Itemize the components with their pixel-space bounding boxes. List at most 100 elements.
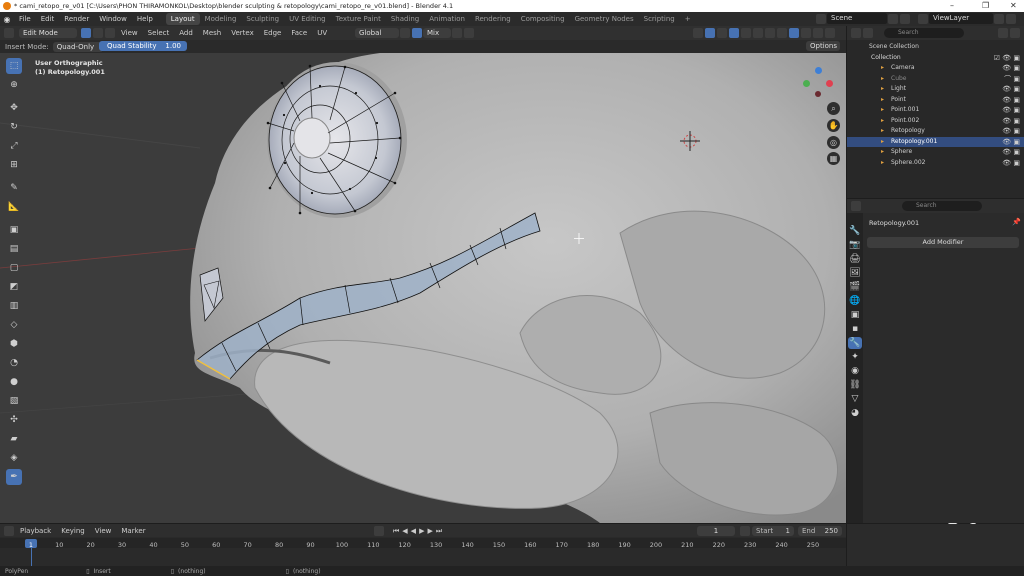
- move-tool-icon[interactable]: ✥: [6, 100, 22, 116]
- visibility-icon[interactable]: [693, 28, 703, 38]
- menu-file[interactable]: File: [14, 15, 36, 23]
- particles-tab-icon[interactable]: ✦: [848, 351, 862, 363]
- close-button[interactable]: ✕: [1010, 1, 1017, 10]
- vertex-select-icon[interactable]: [81, 28, 91, 38]
- gizmo-z-axis-icon[interactable]: [815, 67, 822, 74]
- menu-marker[interactable]: Marker: [116, 527, 150, 535]
- menu-face[interactable]: Face: [286, 29, 312, 37]
- world-tab-icon[interactable]: 🌐: [848, 295, 862, 307]
- visibility-icon[interactable]: 👁 ▣: [1002, 84, 1020, 95]
- overlay-dropdown-icon[interactable]: [741, 28, 751, 38]
- tab-shading[interactable]: Shading: [386, 13, 424, 25]
- snap-mode[interactable]: Mix: [423, 28, 451, 38]
- shading-dropdown-icon[interactable]: [825, 28, 835, 38]
- auto-keying-icon[interactable]: [374, 526, 384, 536]
- loop-cut-tool-icon[interactable]: ▥: [6, 298, 22, 314]
- rotate-tool-icon[interactable]: ↻: [6, 119, 22, 135]
- view-layer-tab-icon[interactable]: 🖼: [848, 267, 862, 279]
- outliner-editor-icon[interactable]: [851, 28, 861, 38]
- pivot-icon[interactable]: [400, 28, 410, 38]
- solid-shading-icon[interactable]: [789, 28, 799, 38]
- outliner-item-retopology[interactable]: ▸ Retopology 👁 ▣: [847, 126, 1024, 137]
- start-frame-field[interactable]: 1: [786, 527, 794, 535]
- tab-animation[interactable]: Animation: [424, 13, 470, 25]
- tab-scripting[interactable]: Scripting: [639, 13, 680, 25]
- shrink-fatten-tool-icon[interactable]: ✣: [6, 412, 22, 428]
- playback-controls[interactable]: ⏮◀◀▶▶⏭: [393, 527, 445, 536]
- viewlayer-selector[interactable]: ViewLayer: [929, 13, 993, 24]
- outliner-collection[interactable]: Collection ☑ 👁 ▣: [847, 53, 1024, 64]
- edge-slide-tool-icon[interactable]: ▧: [6, 393, 22, 409]
- outliner-scene-collection[interactable]: Scene Collection: [847, 42, 1024, 53]
- xray-icon[interactable]: [765, 28, 775, 38]
- face-select-icon[interactable]: [105, 28, 115, 38]
- mode-selector[interactable]: Edit Mode: [19, 28, 77, 38]
- zoom-icon[interactable]: ⌕: [827, 102, 840, 115]
- visibility-icon[interactable]: 👁 ▣: [1002, 63, 1020, 74]
- preview-range-icon[interactable]: [740, 526, 750, 536]
- viewport-canvas[interactable]: [0, 53, 846, 523]
- visibility-icon[interactable]: 👁 ▣: [1002, 105, 1020, 116]
- shear-tool-icon[interactable]: ▰: [6, 431, 22, 447]
- insert-mode-dropdown[interactable]: Quad-Only: [52, 41, 103, 52]
- outliner-item-point[interactable]: ▸ Point 👁 ▣: [847, 95, 1024, 106]
- new-scene-icon[interactable]: [888, 13, 898, 24]
- gizmo-x-axis-icon[interactable]: [826, 80, 833, 87]
- delete-scene-icon[interactable]: [900, 13, 910, 24]
- minimize-button[interactable]: –: [950, 1, 954, 10]
- falloff-icon[interactable]: [464, 28, 474, 38]
- edge-select-icon[interactable]: [93, 28, 103, 38]
- menu-timeline-view[interactable]: View: [90, 527, 117, 535]
- smooth-tool-icon[interactable]: ●: [6, 374, 22, 390]
- visibility-icon[interactable]: 👁 ▣: [1002, 126, 1020, 137]
- menu-uv[interactable]: UV: [312, 29, 332, 37]
- tool-tab-icon[interactable]: 🔧: [848, 225, 862, 237]
- menu-render[interactable]: Render: [59, 15, 94, 23]
- collection-visibility-icon[interactable]: ☑ 👁 ▣: [994, 53, 1020, 64]
- extrude-tool-icon[interactable]: ▤: [6, 241, 22, 257]
- menu-window[interactable]: Window: [94, 15, 132, 23]
- scene-selector[interactable]: Scene: [827, 13, 887, 24]
- select-box-tool-icon[interactable]: ⬚: [6, 58, 22, 74]
- overlay-icon[interactable]: [729, 28, 739, 38]
- inset-tool-icon[interactable]: ▢: [6, 260, 22, 276]
- output-tab-icon[interactable]: 🖨: [848, 253, 862, 265]
- proportional-edit-icon[interactable]: [452, 28, 462, 38]
- menu-help[interactable]: Help: [132, 15, 158, 23]
- outliner-item-sphere[interactable]: ▸ Sphere 👁 ▣: [847, 147, 1024, 158]
- menu-keying[interactable]: Keying: [56, 527, 90, 535]
- properties-search-input[interactable]: Search: [902, 201, 982, 211]
- collection-tab-icon[interactable]: ▣: [848, 309, 862, 321]
- menu-playback[interactable]: Playback: [15, 527, 56, 535]
- render-tab-icon[interactable]: 📷: [848, 239, 862, 251]
- pan-hand-icon[interactable]: ✋: [827, 119, 840, 132]
- current-frame-field[interactable]: 1: [697, 526, 735, 536]
- constraints-tab-icon[interactable]: ⛓: [848, 379, 862, 391]
- material-tab-icon[interactable]: ◕: [848, 407, 862, 419]
- modifier-tab-icon[interactable]: 🔧: [848, 337, 862, 349]
- poly-build-tool-icon[interactable]: ⬢: [6, 336, 22, 352]
- scale-tool-icon[interactable]: ⤢: [6, 138, 22, 154]
- quad-stability-slider[interactable]: 1.00: [165, 42, 187, 50]
- add-cube-tool-icon[interactable]: ▣: [6, 222, 22, 238]
- end-frame-field[interactable]: 250: [825, 527, 842, 535]
- outliner-item-light[interactable]: ▸ Light 👁 ▣: [847, 84, 1024, 95]
- outliner-item-sphere-002[interactable]: ▸ Sphere.002 👁 ▣: [847, 158, 1024, 169]
- outliner-item-point-002[interactable]: ▸ Point.002 👁 ▣: [847, 116, 1024, 127]
- outliner-item-cube[interactable]: ▸ Cube ⌒ ▣: [847, 74, 1024, 85]
- cursor-tool-icon[interactable]: ⊕: [6, 77, 22, 93]
- navigation-gizmo[interactable]: [800, 63, 840, 103]
- ortho-grid-icon[interactable]: ▦: [827, 152, 840, 165]
- tab-modeling[interactable]: Modeling: [200, 13, 242, 25]
- new-collection-icon[interactable]: [1010, 28, 1020, 38]
- mesh-overlay-icon[interactable]: [753, 28, 763, 38]
- tab-sculpting[interactable]: Sculpting: [241, 13, 284, 25]
- tab-compositing[interactable]: Compositing: [516, 13, 570, 25]
- menu-edge[interactable]: Edge: [259, 29, 287, 37]
- menu-vertex[interactable]: Vertex: [226, 29, 259, 37]
- new-viewlayer-icon[interactable]: [994, 13, 1004, 24]
- visibility-icon[interactable]: 👁 ▣: [1002, 137, 1020, 148]
- bevel-tool-icon[interactable]: ◩: [6, 279, 22, 295]
- spin-tool-icon[interactable]: ◔: [6, 355, 22, 371]
- 3d-viewport[interactable]: User Orthographic (1) Retopology.001 ⌕ ✋…: [0, 53, 846, 523]
